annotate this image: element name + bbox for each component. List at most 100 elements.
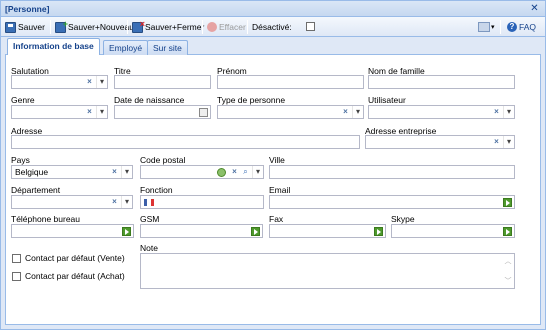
delete-button[interactable]: Effacer <box>207 20 246 34</box>
telephone-bureau-label: Téléphone bureau <box>11 214 81 224</box>
chevron-down-icon[interactable]: ▾ <box>503 136 514 148</box>
chevron-down-icon[interactable]: ▾ <box>121 166 132 178</box>
window-title: [Personne] <box>5 4 50 14</box>
chevron-down-icon[interactable]: ▾ <box>352 106 363 118</box>
utilisateur-label: Utilisateur <box>368 95 406 105</box>
contact-vente-checkbox[interactable] <box>12 253 21 263</box>
telephone-bureau-input[interactable] <box>11 224 134 238</box>
type-personne-combo[interactable]: × ▾ <box>217 105 364 119</box>
search-icon[interactable]: ⌕ <box>240 166 251 178</box>
utilisateur-combo[interactable]: × ▾ <box>368 105 515 119</box>
fonction-label: Fonction <box>140 185 173 195</box>
clear-icon[interactable]: × <box>340 106 351 118</box>
form-panel: Salutation × ▾ Titre Prénom Nom de famil… <box>5 55 541 325</box>
add-icon[interactable] <box>217 168 226 177</box>
date-naissance-field[interactable] <box>114 105 211 119</box>
chevron-down-icon[interactable]: ▾ <box>252 166 263 178</box>
chevron-down-icon: ▾ <box>491 24 495 31</box>
close-icon[interactable]: ✕ <box>529 3 540 14</box>
go-arrow-icon[interactable] <box>251 227 260 236</box>
toolbar-separator <box>127 20 128 34</box>
clear-icon[interactable]: × <box>229 166 240 178</box>
pays-combo[interactable]: Belgique × ▾ <box>11 165 133 179</box>
gsm-label: GSM <box>140 214 160 224</box>
toolbar-separator <box>247 20 248 34</box>
save-icon <box>5 21 16 33</box>
genre-combo[interactable]: × ▾ <box>11 105 108 119</box>
fax-input[interactable] <box>269 224 386 238</box>
adresse-entreprise-combo[interactable]: × ▾ <box>365 135 515 149</box>
adresse-input[interactable] <box>11 135 360 149</box>
go-arrow-icon[interactable] <box>374 227 383 236</box>
tab-strip: Information de base Employé Sur site <box>5 38 541 56</box>
departement-label: Département <box>11 185 61 195</box>
save-new-label: Sauver+Nouveau <box>68 22 134 32</box>
ville-label: Ville <box>269 155 285 165</box>
email-label: Email <box>269 185 291 195</box>
save-new-button[interactable]: Sauver+Nouveau <box>55 19 134 34</box>
delete-label: Effacer <box>219 22 246 32</box>
toolbar-separator <box>50 20 51 34</box>
menu-button[interactable]: ▾ <box>478 20 495 34</box>
clear-icon[interactable]: × <box>491 106 502 118</box>
clear-icon[interactable]: × <box>84 106 95 118</box>
clear-icon[interactable]: × <box>109 196 120 208</box>
prenom-input[interactable] <box>217 75 364 89</box>
contact-achat-label: Contact par défaut (Achat) <box>25 271 125 281</box>
help-icon: ? <box>507 22 517 32</box>
chevron-down-icon[interactable]: ▾ <box>121 196 132 208</box>
person-window: [Personne] ✕ Sauver Sauver+Nouveau Sauve… <box>0 0 546 330</box>
disabled-label: Désactivé: <box>252 22 292 32</box>
window-titlebar[interactable]: [Personne] ✕ <box>1 1 545 17</box>
fax-label: Fax <box>269 214 284 224</box>
chevron-down-icon[interactable]: ▾ <box>503 106 514 118</box>
chevron-down-icon[interactable]: ▾ <box>96 76 107 88</box>
calendar-icon[interactable] <box>199 108 208 117</box>
departement-combo[interactable]: × ▾ <box>11 195 133 209</box>
clear-icon[interactable]: × <box>491 136 502 148</box>
contact-vente-label: Contact par défaut (Vente) <box>25 253 125 263</box>
ville-input[interactable] <box>269 165 515 179</box>
fonction-input[interactable] <box>140 195 264 209</box>
genre-label: Genre <box>11 95 35 105</box>
save-button[interactable]: Sauver <box>5 20 45 34</box>
type-personne-label: Type de personne <box>217 95 286 105</box>
salutation-combo[interactable]: × ▾ <box>11 75 108 89</box>
scroll-up-icon[interactable]: ︿ <box>504 256 512 266</box>
tab-information-de-base[interactable]: Information de base <box>7 38 100 56</box>
disabled-label-wrap: Désactivé: <box>252 20 292 34</box>
french-flag-icon[interactable] <box>144 199 154 206</box>
skype-input[interactable] <box>391 224 515 238</box>
date-naissance-label: Date de naissance <box>114 95 185 105</box>
clear-icon[interactable]: × <box>109 166 120 178</box>
menu-icon <box>478 22 490 32</box>
contact-achat-checkbox[interactable] <box>12 271 21 281</box>
email-input[interactable] <box>269 195 515 209</box>
save-close-icon <box>132 19 145 33</box>
save-new-icon <box>55 19 68 33</box>
contact-vente-row[interactable]: Contact par défaut (Vente) <box>12 253 125 263</box>
contact-achat-row[interactable]: Contact par défaut (Achat) <box>12 271 125 281</box>
faq-button[interactable]: ? FAQ <box>507 20 536 34</box>
titre-input[interactable] <box>114 75 211 89</box>
tab-employe[interactable]: Employé <box>103 40 149 55</box>
toolbar-separator <box>202 20 203 34</box>
note-label: Note <box>140 243 158 253</box>
note-textarea[interactable]: ︿ ﹀ <box>140 253 515 289</box>
go-arrow-icon[interactable] <box>503 198 512 207</box>
pays-label: Pays <box>11 155 30 165</box>
go-arrow-icon[interactable] <box>122 227 131 236</box>
skype-label: Skype <box>391 214 415 224</box>
tab-sur-site[interactable]: Sur site <box>147 40 188 55</box>
save-close-label: Sauver+Fermer <box>145 22 205 32</box>
scroll-down-icon[interactable]: ﹀ <box>504 276 512 286</box>
clear-icon[interactable]: × <box>84 76 95 88</box>
nom-famille-input[interactable] <box>368 75 515 89</box>
delete-icon <box>207 22 217 32</box>
gsm-input[interactable] <box>140 224 263 238</box>
save-close-button[interactable]: Sauver+Fermer <box>132 19 205 34</box>
go-arrow-icon[interactable] <box>503 227 512 236</box>
chevron-down-icon[interactable]: ▾ <box>96 106 107 118</box>
code-postal-combo[interactable]: × ⌕ ▾ <box>140 165 264 179</box>
disabled-checkbox[interactable] <box>306 22 315 31</box>
